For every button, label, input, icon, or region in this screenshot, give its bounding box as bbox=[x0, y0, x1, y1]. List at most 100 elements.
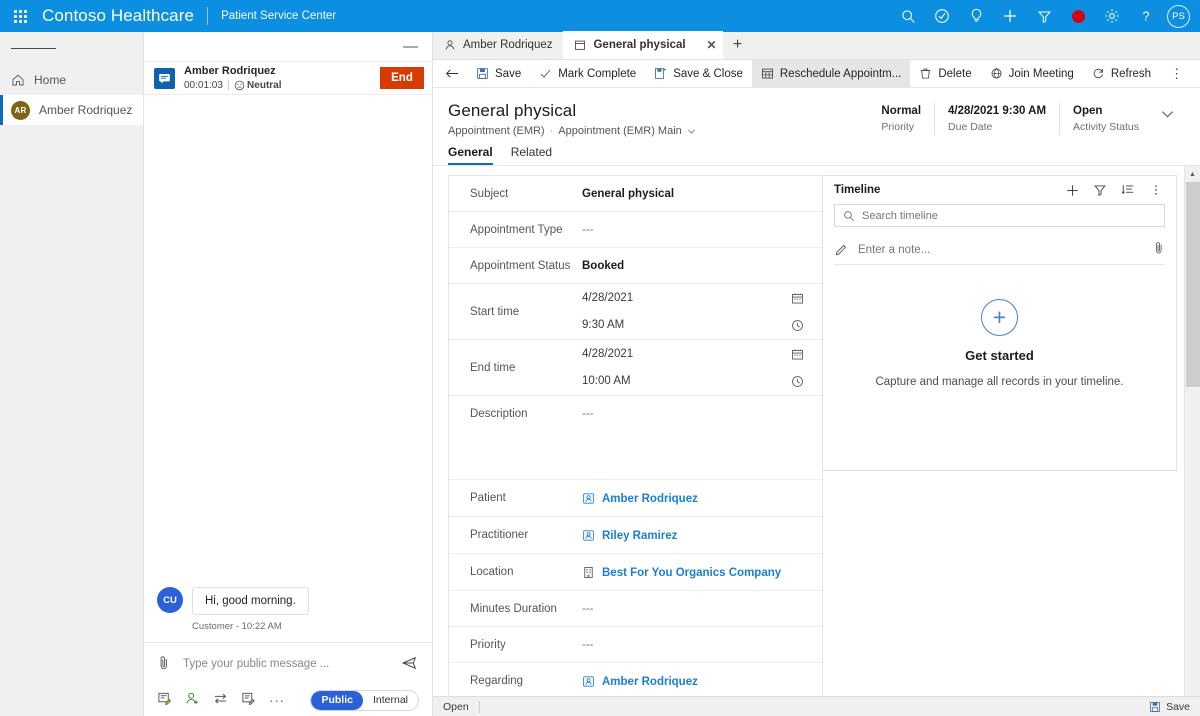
settings-icon[interactable] bbox=[1095, 0, 1129, 32]
attachment-icon[interactable] bbox=[157, 655, 171, 674]
agent-search-icon[interactable] bbox=[185, 691, 200, 709]
start-date-value[interactable]: 4/28/2021 bbox=[582, 292, 786, 304]
meeting-icon bbox=[991, 67, 1002, 79]
record-property-priority[interactable]: Normal Priority bbox=[868, 103, 934, 135]
filter-icon[interactable] bbox=[1027, 0, 1061, 32]
record-property-due-date[interactable]: 4/28/2021 9:30 AM Due Date bbox=[934, 103, 1059, 135]
appointment-form-card: Subject General physical Appointment Typ… bbox=[448, 175, 823, 716]
record-property-activity-status[interactable]: Open Activity Status bbox=[1059, 103, 1152, 135]
field-value[interactable]: --- bbox=[582, 627, 804, 662]
assistant-icon[interactable] bbox=[925, 0, 959, 32]
tab-related[interactable]: Related bbox=[511, 145, 552, 165]
sidebar-item-home[interactable]: Home bbox=[0, 65, 143, 95]
chevron-down-icon[interactable] bbox=[687, 127, 696, 136]
clock-icon[interactable] bbox=[786, 375, 804, 388]
plus-icon[interactable] bbox=[993, 0, 1027, 32]
field-value[interactable]: --- bbox=[582, 212, 804, 247]
attachment-icon[interactable] bbox=[1153, 241, 1165, 258]
send-icon[interactable] bbox=[401, 656, 419, 673]
property-label: Activity Status bbox=[1073, 120, 1139, 133]
more-icon[interactable]: ··· bbox=[269, 693, 285, 708]
new-tab-button[interactable]: + bbox=[723, 31, 753, 59]
overflow-menu-button[interactable]: ⋮ bbox=[1160, 67, 1193, 80]
sort-icon[interactable] bbox=[1116, 178, 1140, 202]
lookup-value[interactable]: Amber Rodriquez bbox=[582, 663, 698, 699]
scrollbar-thumb[interactable] bbox=[1186, 182, 1200, 387]
lookup-link[interactable]: Amber Rodriquez bbox=[602, 493, 698, 505]
timeline-note-placeholder[interactable]: Enter a note... bbox=[858, 244, 1143, 256]
timeline-title: Timeline bbox=[834, 184, 881, 196]
vertical-scrollbar[interactable]: ▲ ▼ bbox=[1184, 166, 1200, 716]
plus-icon[interactable] bbox=[1060, 178, 1084, 202]
delete-button[interactable]: Delete bbox=[910, 60, 980, 88]
mode-internal-option[interactable]: Internal bbox=[363, 691, 418, 710]
timeline-empty-caption: Capture and manage all records in your t… bbox=[875, 376, 1124, 388]
conversation-minimize[interactable]: — bbox=[144, 32, 432, 61]
mode-public-option[interactable]: Public bbox=[311, 690, 363, 710]
field-value[interactable]: --- bbox=[582, 396, 804, 431]
save-and-close-button[interactable]: Save & Close bbox=[645, 60, 752, 88]
status-save-button[interactable]: Save bbox=[1149, 701, 1190, 713]
site-map-toggle[interactable] bbox=[0, 32, 143, 65]
field-row-start-time: Start time 4/28/2021 9:30 AM bbox=[449, 284, 822, 340]
help-icon[interactable]: ? bbox=[1129, 0, 1163, 32]
calendar-icon[interactable] bbox=[786, 292, 804, 305]
contact-lookup-icon bbox=[583, 676, 594, 687]
tab-general-physical[interactable]: General physical ✕ bbox=[563, 31, 723, 59]
scroll-up-arrow-icon[interactable]: ▲ bbox=[1185, 166, 1200, 182]
mark-complete-button[interactable]: Mark Complete bbox=[530, 60, 645, 88]
end-time-value[interactable]: 10:00 AM bbox=[582, 375, 786, 387]
property-value: 4/28/2021 9:30 AM bbox=[948, 105, 1047, 117]
note-icon[interactable] bbox=[241, 691, 256, 709]
more-vertical-icon[interactable] bbox=[1144, 178, 1168, 202]
lookup-value[interactable]: Amber Rodriquez bbox=[582, 480, 698, 516]
field-row-patient: Patient Amber Rodriquez bbox=[449, 480, 822, 517]
message-mode-toggle[interactable]: Public Internal bbox=[310, 689, 419, 711]
sidebar-item-amber-rodriquez[interactable]: AR Amber Rodriquez bbox=[0, 95, 143, 125]
sidebar-item-label: Home bbox=[34, 73, 67, 87]
clock-icon[interactable] bbox=[786, 319, 804, 332]
start-time-value[interactable]: 9:30 AM bbox=[582, 319, 786, 331]
record-icon[interactable] bbox=[1061, 0, 1095, 32]
reschedule-appointment-button[interactable]: Reschedule Appointm... bbox=[751, 59, 911, 88]
calendar-icon[interactable] bbox=[786, 348, 804, 361]
field-value[interactable]: --- bbox=[582, 591, 804, 626]
timeline-search-input[interactable] bbox=[862, 209, 1156, 222]
user-avatar[interactable]: PS bbox=[1167, 4, 1190, 28]
field-row-regarding: Regarding Amber Rodriquez bbox=[449, 663, 822, 699]
search-icon[interactable] bbox=[891, 0, 925, 32]
field-value[interactable]: Booked bbox=[582, 248, 804, 283]
end-conversation-button[interactable]: End bbox=[380, 67, 424, 89]
end-date-value[interactable]: 4/28/2021 bbox=[582, 348, 786, 360]
field-label: Appointment Status bbox=[470, 260, 571, 272]
timeline-search[interactable] bbox=[834, 204, 1165, 227]
lookup-value[interactable]: Riley Ramirez bbox=[582, 517, 677, 553]
timeline-note-row[interactable]: Enter a note... bbox=[834, 235, 1165, 265]
lookup-link[interactable]: Amber Rodriquez bbox=[602, 676, 698, 688]
save-button[interactable]: Save bbox=[467, 60, 530, 88]
public-message-input[interactable] bbox=[183, 658, 390, 670]
expand-header-icon[interactable] bbox=[1152, 103, 1182, 119]
field-value[interactable]: General physical bbox=[582, 176, 804, 211]
insights-icon[interactable] bbox=[959, 0, 993, 32]
tab-amber-rodriquez[interactable]: Amber Rodriquez bbox=[433, 31, 563, 59]
command-label: Join Meeting bbox=[1008, 67, 1074, 80]
lookup-link[interactable]: Riley Ramirez bbox=[602, 530, 677, 542]
header-actions: ? PS bbox=[891, 0, 1200, 32]
close-icon[interactable]: ✕ bbox=[707, 38, 717, 52]
back-arrow-icon[interactable] bbox=[437, 60, 467, 88]
message-avatar: CU bbox=[157, 587, 183, 613]
lookup-link[interactable]: Best For You Organics Company bbox=[602, 567, 781, 579]
timeline-empty-title: Get started bbox=[965, 348, 1034, 363]
refresh-button[interactable]: Refresh bbox=[1083, 60, 1160, 88]
lookup-value[interactable]: Best For You Organics Company bbox=[582, 554, 781, 590]
timeline-add-circle-icon[interactable]: + bbox=[981, 299, 1018, 336]
join-meeting-button[interactable]: Join Meeting bbox=[981, 60, 1083, 88]
app-header: Contoso Healthcare Patient Service Cente… bbox=[0, 0, 1200, 32]
transfer-icon[interactable] bbox=[213, 692, 228, 708]
filter-icon[interactable] bbox=[1088, 178, 1112, 202]
quick-reply-icon[interactable] bbox=[157, 691, 172, 709]
tab-general[interactable]: General bbox=[448, 145, 493, 165]
appointment-icon bbox=[575, 40, 586, 50]
app-launcher-icon[interactable] bbox=[0, 9, 40, 23]
